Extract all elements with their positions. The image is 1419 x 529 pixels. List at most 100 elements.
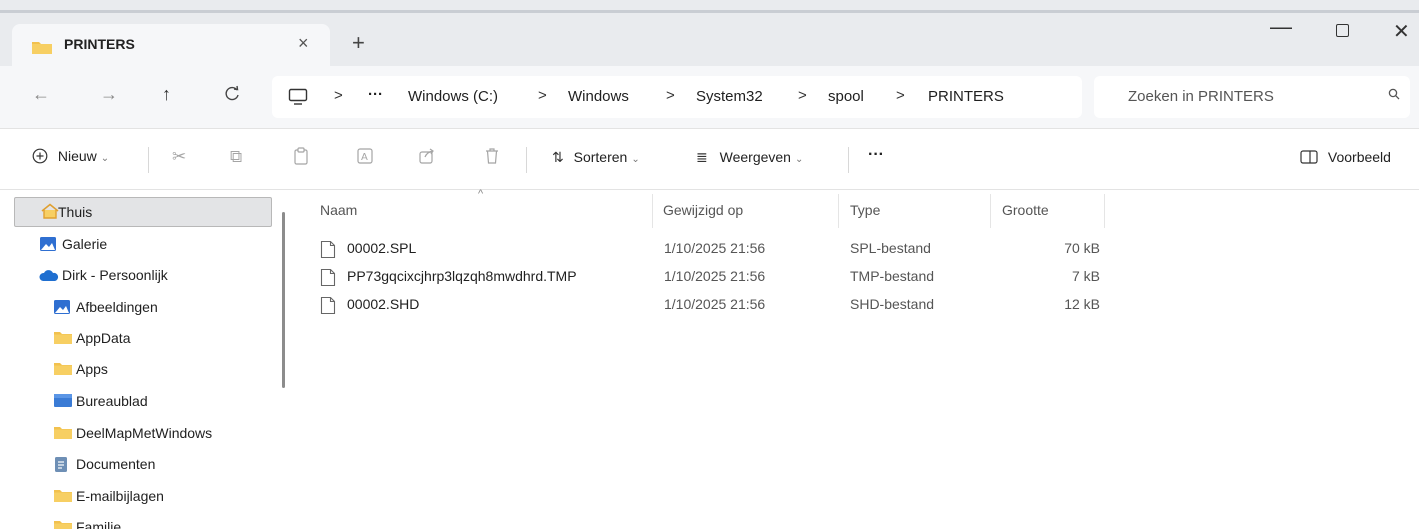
forward-button[interactable]: → xyxy=(100,84,118,105)
sidebar-item-documenten[interactable]: Documenten xyxy=(28,449,286,479)
tab-label: PRINTERS xyxy=(64,36,135,52)
address-bar[interactable]: > ··· Windows (C:) > Windows > System32 … xyxy=(272,76,1082,118)
desktop-folder-icon xyxy=(53,393,73,411)
sidebar-item-label: Dirk - Persoonlijk xyxy=(62,267,168,283)
refresh-button[interactable] xyxy=(224,84,240,107)
sort-button-label: Sorteren xyxy=(573,149,628,165)
gallery-icon xyxy=(39,236,57,255)
breadcrumb-windows[interactable]: Windows xyxy=(568,88,629,105)
toolbar-divider xyxy=(848,147,849,173)
sidebar-item-deelmapmetwindows[interactable]: DeelMapMetWindows xyxy=(28,418,286,448)
folder-icon xyxy=(53,488,73,506)
file-icon xyxy=(320,268,336,290)
sidebar-item-label: Bureaublad xyxy=(76,393,148,409)
file-modified: 1/10/2025 21:56 xyxy=(664,240,766,256)
file-icon xyxy=(320,296,336,318)
view-icon: ≣ xyxy=(696,149,708,165)
preview-button[interactable]: Voorbeeld xyxy=(1300,149,1391,165)
toolbar-divider xyxy=(526,147,527,173)
sidebar-item-label: Familie xyxy=(76,519,122,529)
breadcrumb-system32[interactable]: System32 xyxy=(696,88,763,105)
navigation-pane: Thuis Galerie Dirk - Persoonlijk Afbeeld… xyxy=(0,190,290,529)
column-divider[interactable] xyxy=(1104,194,1105,228)
rename-icon[interactable]: A xyxy=(356,147,374,170)
breadcrumb-spool[interactable]: spool xyxy=(828,88,864,105)
breadcrumb-separator: > xyxy=(798,87,807,104)
tab-close-icon[interactable]: × xyxy=(298,33,309,54)
home-icon xyxy=(40,203,60,222)
folder-icon xyxy=(31,39,53,58)
cloud-icon xyxy=(39,269,59,285)
sidebar-item-label: AppData xyxy=(76,330,131,346)
back-button[interactable]: ← xyxy=(32,84,50,105)
pictures-icon xyxy=(53,299,71,318)
sort-ascending-icon: ^ xyxy=(478,188,484,200)
file-size: 70 kB xyxy=(1064,240,1100,256)
view-button-label: Weergeven xyxy=(719,149,791,165)
chevron-down-icon: ⌄ xyxy=(631,154,640,165)
sidebar-item-label: Thuis xyxy=(58,204,93,220)
search-icon[interactable] xyxy=(1388,88,1400,103)
toolbar-divider xyxy=(148,147,149,173)
computer-icon xyxy=(288,88,308,109)
sidebar-item-familie[interactable]: Familie xyxy=(28,512,286,529)
share-icon[interactable] xyxy=(418,147,436,170)
column-header-name[interactable]: Naam xyxy=(320,202,357,218)
tab-printers[interactable]: PRINTERS × xyxy=(12,24,330,68)
sidebar-item-appdata[interactable]: AppData xyxy=(28,323,286,353)
sidebar-item-apps[interactable]: Apps xyxy=(28,354,286,384)
column-header-type[interactable]: Type xyxy=(850,202,880,218)
sidebar-item-e-mailbijlagen[interactable]: E-mailbijlagen xyxy=(28,481,286,511)
column-divider[interactable] xyxy=(990,194,991,228)
preview-pane-icon xyxy=(1300,150,1318,164)
documents-icon xyxy=(53,456,69,476)
breadcrumb-windows-c[interactable]: Windows (C:) xyxy=(408,88,498,105)
sidebar-item-label: E-mailbijlagen xyxy=(76,488,164,504)
sort-button[interactable]: ⇅ Sorteren ⌄ xyxy=(552,149,640,166)
new-button-label: Nieuw xyxy=(57,148,97,164)
up-button[interactable]: ↑ xyxy=(162,84,171,105)
column-divider[interactable] xyxy=(652,194,653,228)
file-size: 12 kB xyxy=(1064,296,1100,312)
new-tab-button[interactable]: + xyxy=(352,30,365,56)
search-box[interactable]: Zoeken in PRINTERS xyxy=(1094,76,1410,118)
sidebar-item-afbeeldingen[interactable]: Afbeeldingen xyxy=(28,292,286,322)
navigation-bar: ← → ↑ > ··· Windows (C:) > Windows > Sys… xyxy=(0,66,1419,128)
file-name: PP73gqcixcjhrp3lqzqh8mwdhrd.TMP xyxy=(347,268,577,284)
maximize-button[interactable] xyxy=(1336,24,1349,37)
sidebar-item-bureaublad[interactable]: Bureaublad xyxy=(28,386,286,416)
new-button[interactable]: Nieuw ⌄ xyxy=(32,148,109,164)
search-input[interactable]: Zoeken in PRINTERS xyxy=(1128,88,1274,105)
breadcrumb-more-button[interactable]: ··· xyxy=(368,86,383,103)
table-row[interactable]: PP73gqcixcjhrp3lqzqh8mwdhrd.TMP 1/10/202… xyxy=(320,262,1120,292)
file-list: ^ Naam Gewijzigd op Type Grootte 00002.S… xyxy=(290,188,1419,529)
svg-text:A: A xyxy=(361,152,368,163)
view-button[interactable]: ≣ Weergeven ⌄ xyxy=(696,149,803,166)
window-top-border xyxy=(0,10,1419,13)
column-divider[interactable] xyxy=(838,194,839,228)
copy-icon[interactable]: ⧉ xyxy=(230,147,242,167)
breadcrumb-printers[interactable]: PRINTERS xyxy=(928,88,1004,105)
breadcrumb-separator: > xyxy=(334,87,343,104)
sidebar-scrollbar[interactable] xyxy=(282,212,285,388)
close-button[interactable]: ✕ xyxy=(1393,19,1410,44)
column-header-modified[interactable]: Gewijzigd op xyxy=(663,202,743,218)
sidebar-item-dirk-persoonlijk[interactable]: Dirk - Persoonlijk xyxy=(14,260,272,290)
command-bar: Nieuw ⌄ ✂ ⧉ A ⇅ Sorteren ⌄ ≣ Weergeven ⌄ ··… xyxy=(0,128,1419,190)
sidebar-item-thuis[interactable]: Thuis xyxy=(14,197,272,227)
folder-icon xyxy=(53,330,73,348)
sidebar-item-galerie[interactable]: Galerie xyxy=(14,229,272,259)
delete-icon[interactable] xyxy=(484,147,500,170)
cut-icon[interactable]: ✂ xyxy=(172,147,186,167)
column-header-size[interactable]: Grootte xyxy=(1002,202,1049,218)
file-type: SPL-bestand xyxy=(850,240,931,256)
more-options-button[interactable]: ··· xyxy=(868,146,884,164)
paste-icon[interactable] xyxy=(294,147,308,170)
table-row[interactable]: 00002.SHD 1/10/2025 21:56 SHD-bestand 12… xyxy=(320,290,1120,320)
table-row[interactable]: 00002.SPL 1/10/2025 21:56 SPL-bestand 70… xyxy=(320,234,1120,264)
sidebar-item-label: Galerie xyxy=(62,236,108,252)
minimize-button[interactable]: — xyxy=(1270,14,1292,40)
file-size: 7 kB xyxy=(1071,268,1100,284)
file-name: 00002.SHD xyxy=(347,296,420,312)
file-type: TMP-bestand xyxy=(850,268,935,284)
